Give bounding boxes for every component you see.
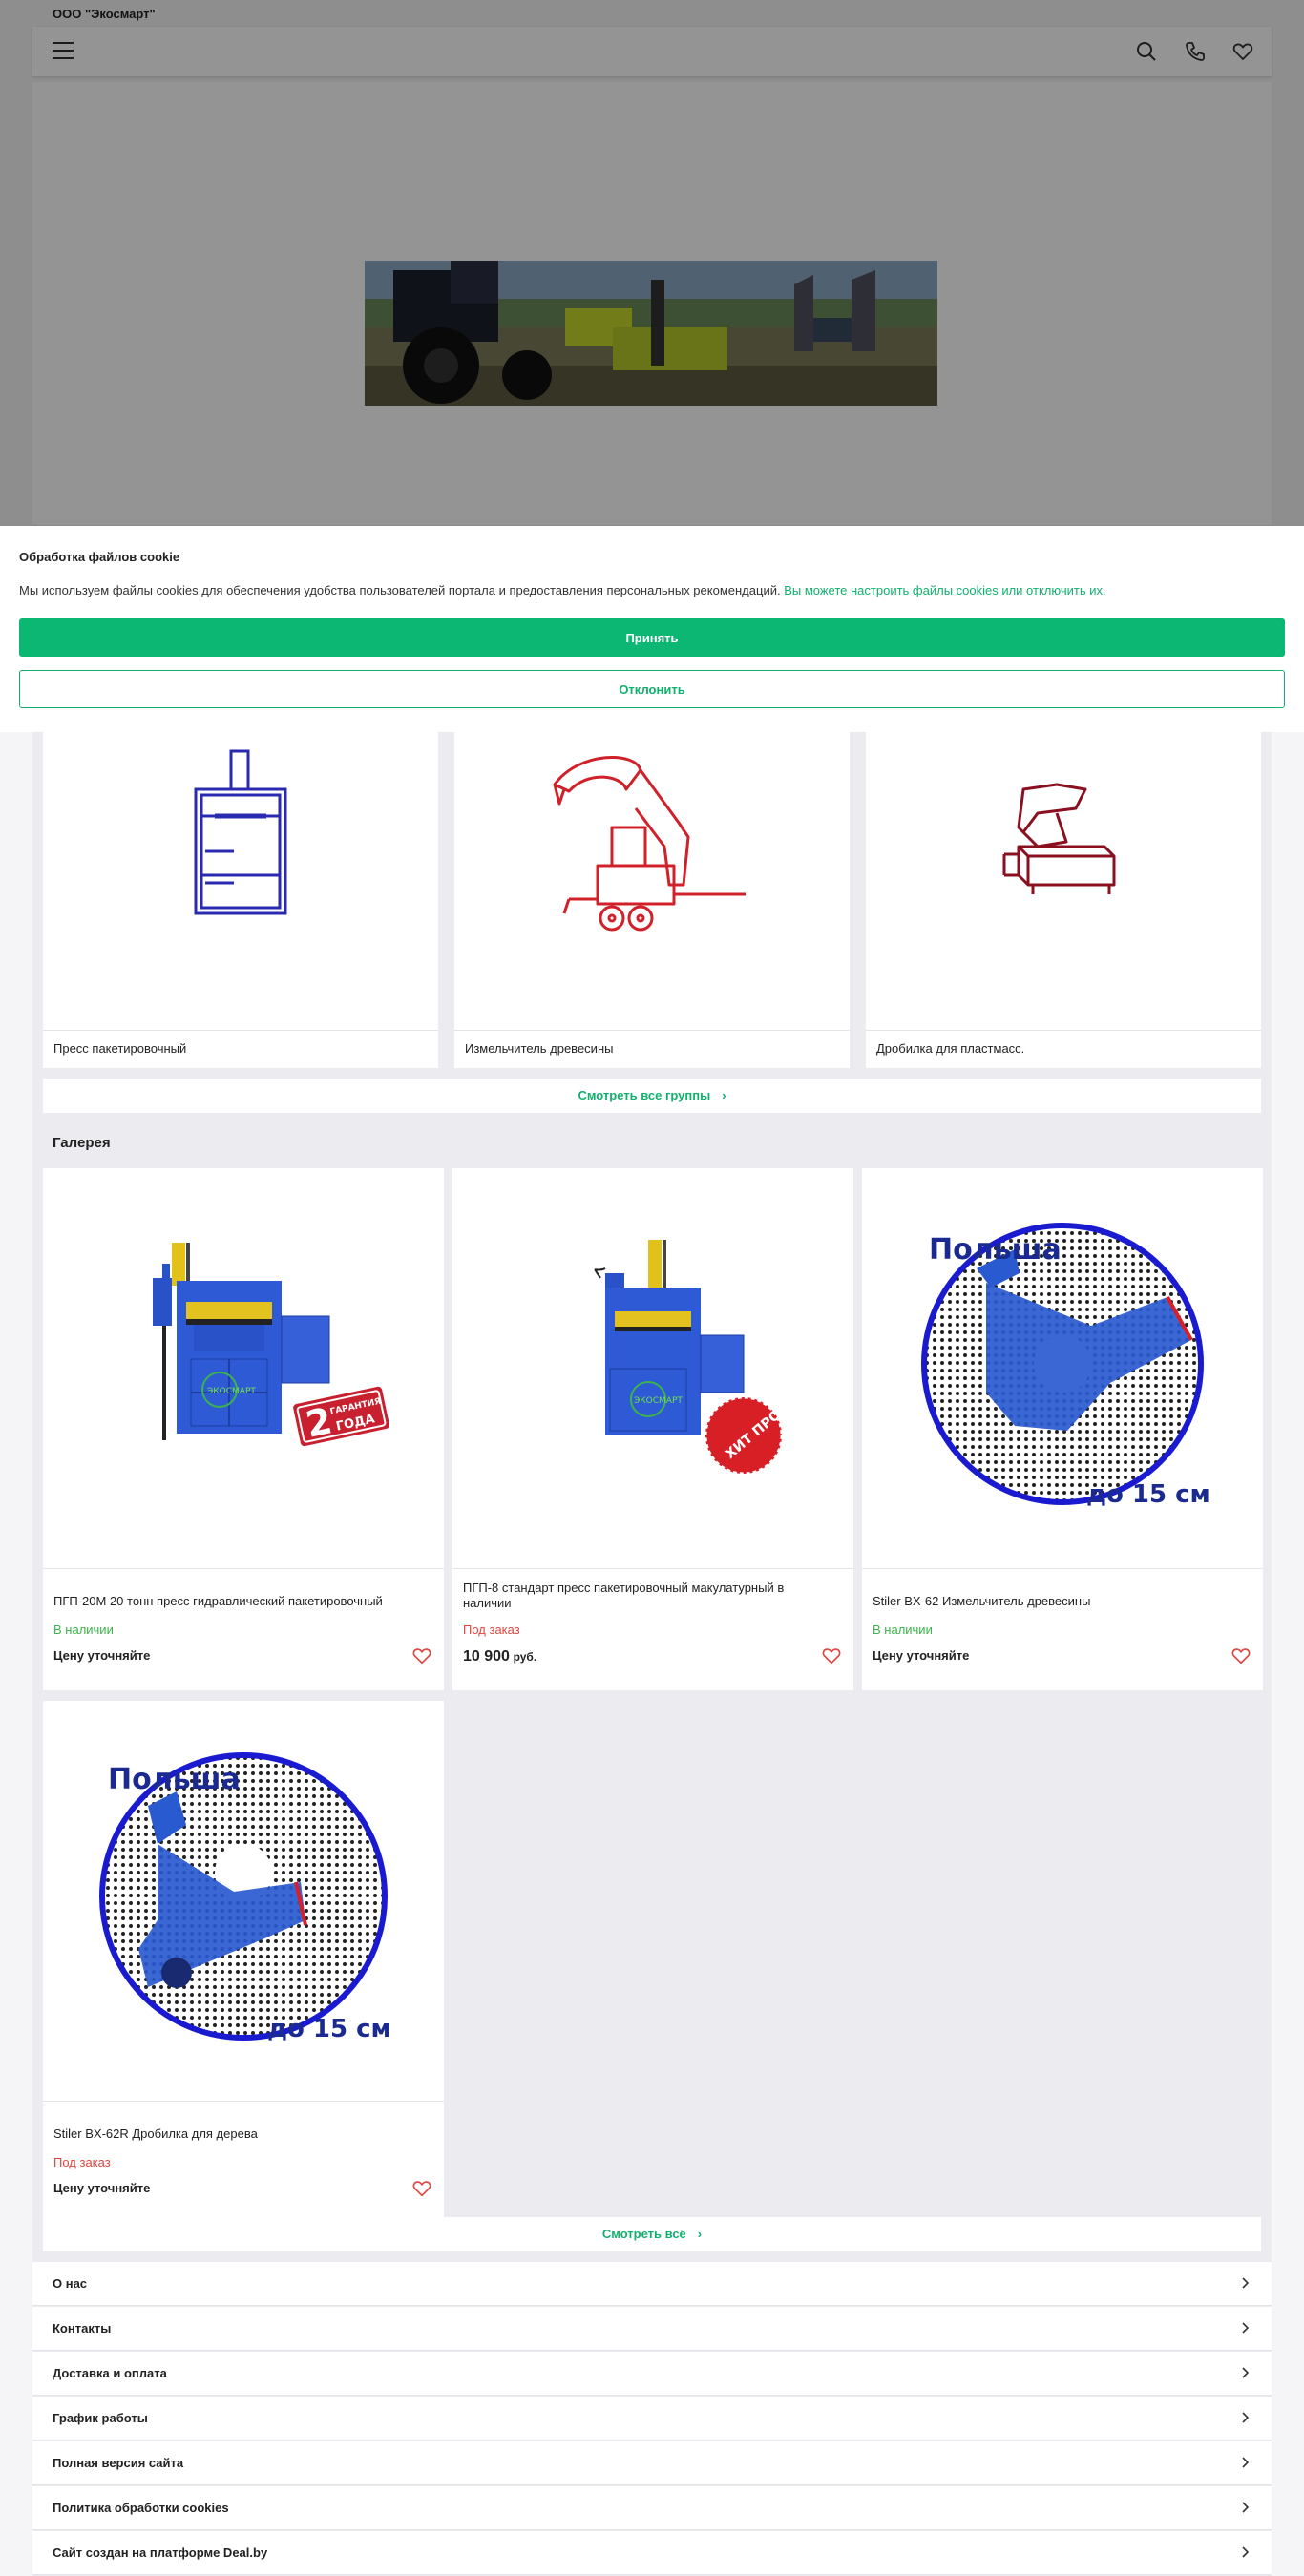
product-card[interactable]: Польша до 15 см Stiler BX-62R Дробилка д… (43, 1701, 444, 2223)
price-value: 10 900 (463, 1648, 510, 1665)
category-label[interactable]: Пресс пакетировочный (53, 1041, 186, 1056)
menu-label: График работы (53, 2411, 148, 2425)
menu-label: Доставка и оплата (53, 2366, 167, 2380)
product-card[interactable]: Польша до 15 см Stiler BX-62 Измельчител… (862, 1168, 1263, 1690)
cookie-text-main: Мы используем файлы cookies для обеспече… (19, 583, 781, 597)
product-price: Цену уточняйте (53, 2181, 151, 2195)
favorite-icon[interactable] (411, 2178, 432, 2199)
menu-item-schedule[interactable]: График работы (32, 2397, 1272, 2440)
chevron-right-icon (1242, 2412, 1250, 2423)
favorite-icon[interactable] (821, 1645, 842, 1666)
price-currency: руб. (513, 1650, 537, 1664)
see-all-groups-link[interactable]: Смотреть все группы › (43, 1079, 1261, 1113)
baling-press-icon[interactable] (43, 732, 438, 1031)
chevron-right-icon (1242, 2322, 1250, 2334)
category-card[interactable]: Пресс пакетировочный (43, 732, 438, 1068)
product-image[interactable]: Польша до 15 см (43, 1701, 444, 2102)
gallery-title: Галерея (53, 1135, 111, 1151)
product-logo: ЭКОСМАРТ (207, 1387, 256, 1396)
product-price: Цену уточняйте (873, 1648, 970, 1663)
product-bottom-text: до 15 см (1086, 1480, 1210, 1509)
product-name[interactable]: ПГП-8 стандарт пресс пакетировочный маку… (463, 1581, 835, 1611)
product-image[interactable]: ЭКОСМАРТ ХИТ ПРОДАЖ (452, 1168, 853, 1569)
product-image[interactable]: Польша до 15 см (862, 1168, 1263, 1569)
menu-label: Контакты (53, 2321, 112, 2335)
category-card[interactable]: Измельчитель древесины (454, 732, 850, 1068)
accept-button[interactable]: Принять (19, 618, 1285, 657)
category-card[interactable]: Дробилка для пластмасс. (866, 732, 1261, 1068)
chevron-right-icon (1242, 2367, 1250, 2378)
product-status: В наличии (53, 1623, 114, 1637)
product-image[interactable]: ЭКОСМАРТ 2 ГАРАНТИЯ ГОДА (43, 1168, 444, 1569)
chevron-right-icon: › (722, 1088, 726, 1102)
product-top-text: Польша (108, 1763, 241, 1796)
cookie-title: Обработка файлов cookie (19, 550, 180, 564)
product-status: В наличии (873, 1623, 933, 1637)
product-card[interactable]: ЭКОСМАРТ 2 ГАРАНТИЯ ГОДА ПГП-20М 20 тонн… (43, 1168, 444, 1690)
menu-item-cookies-policy[interactable]: Политика обработки cookies (32, 2486, 1272, 2530)
menu-item-platform[interactable]: Сайт создан на платформе Deal.by (32, 2531, 1272, 2575)
product-price: Цену уточняйте (53, 1648, 151, 1663)
see-all-groups-label: Смотреть все группы (578, 1088, 711, 1102)
decline-button[interactable]: Отклонить (19, 670, 1285, 708)
product-price: 10 900 руб. (463, 1648, 536, 1665)
wood-chipper-icon[interactable] (454, 732, 850, 1031)
product-status: Под заказ (53, 2155, 111, 2169)
product-name[interactable]: Stiler BX-62R Дробилка для дерева (53, 2126, 426, 2142)
chevron-right-icon (1242, 2277, 1250, 2289)
chevron-right-icon (1242, 2502, 1250, 2513)
product-name[interactable]: Stiler BX-62 Измельчитель древесины (873, 1594, 1245, 1609)
plastic-crusher-icon[interactable] (866, 732, 1261, 1031)
product-logo: ЭКОСМАРТ (634, 1396, 683, 1406)
menu-label: О нас (53, 2276, 88, 2291)
category-label[interactable]: Измельчитель древесины (465, 1041, 613, 1056)
favorite-icon[interactable] (1230, 1645, 1251, 1666)
product-card[interactable]: ЭКОСМАРТ ХИТ ПРОДАЖ ПГП-8 стандарт пресс… (452, 1168, 853, 1690)
favorite-icon[interactable] (411, 1645, 432, 1666)
menu-item-delivery[interactable]: Доставка и оплата (32, 2352, 1272, 2396)
cookie-text: Мы используем файлы cookies для обеспече… (19, 583, 1106, 597)
product-status: Под заказ (463, 1623, 520, 1637)
product-top-text: Польша (929, 1233, 1062, 1267)
see-all-link[interactable]: Смотреть всё › (43, 2217, 1261, 2251)
menu-item-about[interactable]: О нас (32, 2262, 1272, 2306)
menu-label: Полная версия сайта (53, 2456, 184, 2470)
chevron-right-icon: › (697, 2227, 703, 2241)
menu-label: Политика обработки cookies (53, 2501, 229, 2515)
menu-label: Сайт создан на платформе Deal.by (53, 2545, 268, 2560)
product-bottom-text: до 15 см (267, 2015, 391, 2043)
menu-item-full-version[interactable]: Полная версия сайта (32, 2441, 1272, 2485)
chevron-right-icon (1242, 2457, 1250, 2468)
overlay (0, 0, 1304, 526)
menu-item-contacts[interactable]: Контакты (32, 2307, 1272, 2351)
chevron-right-icon (1242, 2546, 1250, 2558)
product-name[interactable]: ПГП-20М 20 тонн пресс гидравлический пак… (53, 1594, 426, 1609)
see-all-label: Смотреть всё (601, 2227, 686, 2241)
cookie-settings-link[interactable]: Вы можете настроить файлы cookies или от… (784, 583, 1105, 597)
category-label[interactable]: Дробилка для пластмасс. (876, 1041, 1024, 1056)
cookie-banner: Обработка файлов cookie Мы используем фа… (0, 526, 1304, 732)
